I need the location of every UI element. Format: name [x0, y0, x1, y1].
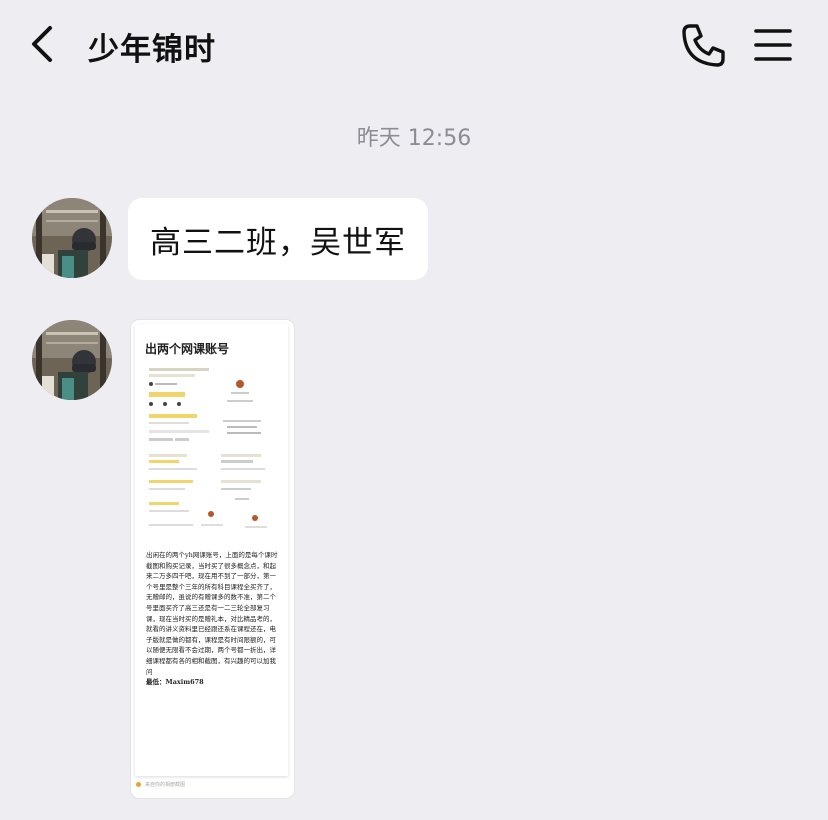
chat-title: 少年锦时: [88, 32, 216, 68]
message-text: 高三二班，吴世军: [150, 224, 406, 261]
avatar[interactable]: [32, 198, 112, 278]
chevron-left-icon[interactable]: [22, 22, 66, 66]
footnote-text: 来自你的相册截图: [145, 782, 186, 788]
document-title: 出两个网课账号: [145, 342, 230, 356]
source-dot-icon: [136, 782, 141, 787]
avatar-photo: [32, 198, 112, 278]
avatar-photo: [32, 320, 112, 400]
screenshot-document: 出两个网课账号 出闲在的两个yh网课账号，上面的是每个课时截图和购买记录，当时买…: [135, 324, 288, 776]
document-body: 出闲在的两个yh网课账号，上面的是每个课时截图和购买记录，当时买了很多概念点，和…: [146, 550, 280, 688]
top-bar: 少年锦时: [0, 0, 828, 90]
document-body-text: 出闲在的两个yh网课账号，上面的是每个课时截图和购买记录，当时买了很多概念点，和…: [146, 551, 278, 676]
image-footnote: 来自你的相册截图: [136, 781, 185, 788]
hamburger-menu-icon[interactable]: [750, 22, 796, 68]
image-message[interactable]: 出两个网课账号 出闲在的两个yh网课账号，上面的是每个课时截图和购买记录，当时买…: [131, 320, 294, 798]
document-signature: 最低：Maxim678: [146, 678, 204, 687]
course-screenshots: [149, 368, 267, 528]
avatar[interactable]: [32, 320, 112, 400]
phone-icon[interactable]: [680, 22, 728, 68]
message-timestamp: 昨天 12:56: [356, 126, 472, 151]
message-bubble[interactable]: 高三二班，吴世军: [128, 198, 428, 280]
